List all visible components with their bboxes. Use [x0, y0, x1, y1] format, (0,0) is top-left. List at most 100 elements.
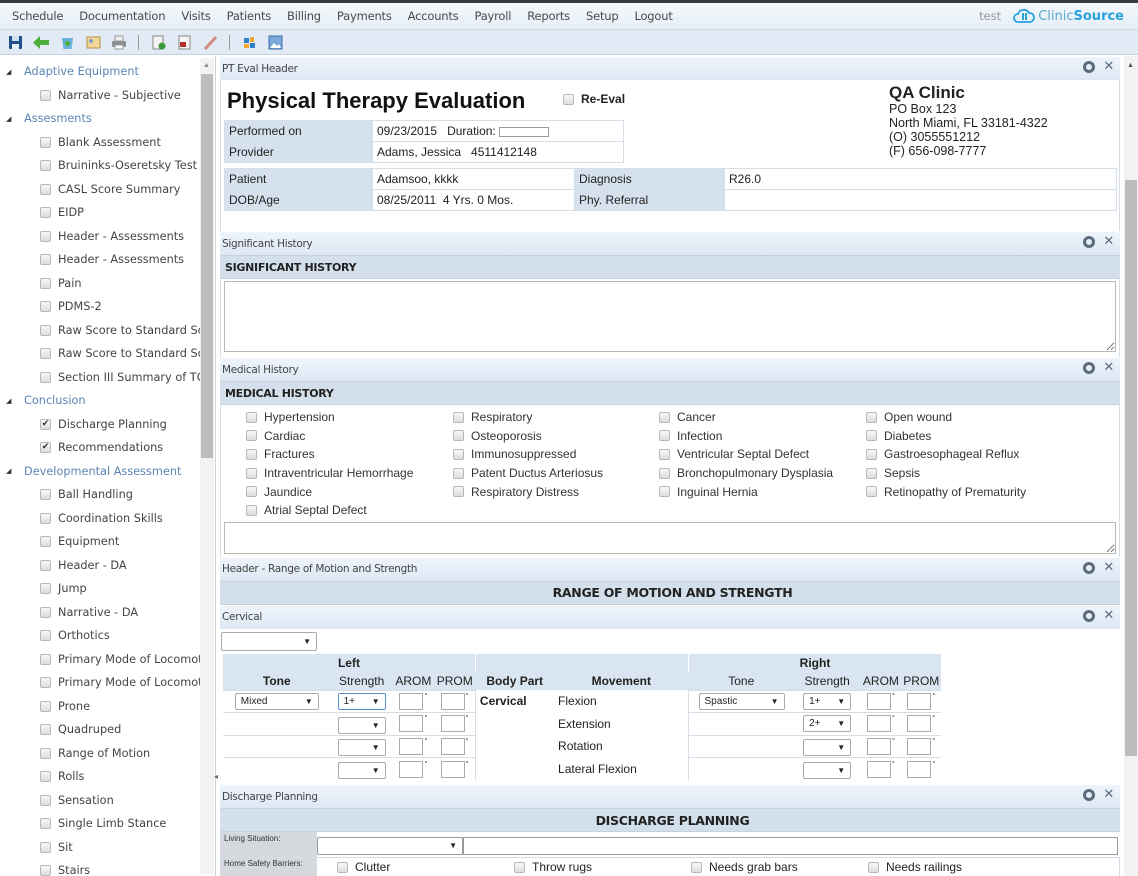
tree-item[interactable]: Primary Mode of Locomoti	[0, 648, 200, 672]
tree-item[interactable]: Raw Score to Standard Sco	[0, 342, 200, 366]
save-icon[interactable]	[6, 33, 24, 51]
medical-history-option[interactable]: Inguinal Hernia	[659, 482, 866, 501]
scroll-up-icon[interactable]: ▲	[1127, 62, 1134, 69]
tree-item[interactable]: Header - Assessments	[0, 225, 200, 249]
checkbox[interactable]	[866, 411, 877, 423]
checkbox[interactable]	[40, 865, 51, 876]
tree-item[interactable]: Sit	[0, 836, 200, 860]
tree-item[interactable]: EIDP	[0, 201, 200, 225]
tree-item[interactable]: Narrative - DA	[0, 601, 200, 625]
duration-input[interactable]	[498, 126, 549, 137]
checkbox[interactable]	[246, 504, 257, 516]
left-prom-input[interactable]	[440, 760, 465, 778]
tree-item[interactable]: CASL Score Summary	[0, 178, 200, 202]
tree-group[interactable]: ◢ Assesments	[0, 107, 200, 131]
main-scrollbar[interactable]: ▲	[1124, 56, 1138, 876]
menu-accounts[interactable]: Accounts	[400, 9, 467, 23]
gear-icon[interactable]	[1083, 362, 1096, 374]
checkbox[interactable]	[40, 207, 51, 219]
menu-visits[interactable]: Visits	[173, 9, 218, 23]
checkbox[interactable]	[866, 467, 877, 479]
close-icon[interactable]: ✕	[1103, 235, 1114, 248]
checkbox[interactable]	[866, 486, 877, 498]
checkbox[interactable]	[453, 486, 464, 498]
right-strength-select[interactable]: 2+ ▼	[803, 715, 852, 733]
tree-item[interactable]: Header - Assessments	[0, 248, 200, 272]
checkbox[interactable]	[246, 486, 257, 498]
note-icon[interactable]	[84, 33, 102, 51]
checkbox[interactable]	[659, 448, 670, 460]
checkbox[interactable]	[40, 606, 51, 618]
left-strength-select[interactable]: ▼	[337, 739, 386, 757]
tree-item[interactable]: Ball Handling	[0, 483, 200, 507]
tree-item[interactable]: Single Limb Stance	[0, 812, 200, 836]
checkbox[interactable]	[40, 818, 51, 830]
left-prom-input[interactable]	[440, 692, 465, 710]
tree-item[interactable]: PDMS-2	[0, 295, 200, 319]
menu-billing[interactable]: Billing	[279, 9, 329, 23]
recycle-icon[interactable]	[58, 33, 76, 51]
tree-item[interactable]: Jump	[0, 577, 200, 601]
checkbox[interactable]	[40, 160, 51, 172]
checkbox[interactable]	[453, 467, 464, 479]
tree-item[interactable]: ✔ Recommendations	[0, 436, 200, 460]
gear-icon[interactable]	[1083, 236, 1096, 248]
checkbox[interactable]: ✔	[40, 418, 51, 430]
significant-history-textarea[interactable]	[224, 281, 1116, 352]
checkbox[interactable]	[246, 411, 257, 423]
checkbox[interactable]	[40, 630, 51, 642]
left-strength-select[interactable]: ▼	[337, 761, 386, 779]
medical-history-option[interactable]: Fractures	[246, 445, 453, 464]
medical-history-option[interactable]: Respiratory Distress	[453, 482, 659, 501]
medical-history-option[interactable]: Retinopathy of Prematurity	[866, 482, 1066, 501]
barrier-option[interactable]: Needs railings	[868, 860, 1045, 874]
tree-group[interactable]: ◢ Conclusion	[0, 389, 200, 413]
clinicsource-logo[interactable]: Clinic Source	[1013, 8, 1124, 24]
medical-history-option[interactable]: Jaundice	[246, 482, 453, 501]
checkbox[interactable]	[659, 430, 670, 442]
menu-reports[interactable]: Reports	[519, 9, 578, 23]
left-arom-input[interactable]	[399, 760, 424, 778]
gear-icon[interactable]	[1083, 789, 1096, 802]
pen-icon[interactable]	[201, 33, 219, 51]
checkbox[interactable]	[40, 89, 51, 101]
close-icon[interactable]: ✕	[1103, 788, 1114, 801]
checkbox[interactable]	[40, 183, 51, 195]
image-icon[interactable]	[266, 33, 284, 51]
checkbox[interactable]	[453, 448, 464, 460]
tree-item[interactable]: ✔ Discharge Planning	[0, 413, 200, 437]
gear-icon[interactable]	[1083, 61, 1096, 73]
menu-documentation[interactable]: Documentation	[71, 9, 173, 23]
checkbox[interactable]	[40, 489, 51, 501]
checkbox[interactable]	[453, 430, 464, 442]
tree-item[interactable]: Primary Mode of Locomoti	[0, 671, 200, 695]
right-strength-select[interactable]: ▼	[803, 761, 852, 779]
right-arom-input[interactable]	[867, 760, 892, 778]
menu-patients[interactable]: Patients	[219, 9, 279, 23]
living-situation-input[interactable]	[463, 836, 1118, 855]
checkbox[interactable]	[514, 861, 525, 873]
living-situation-select[interactable]: ▼	[317, 836, 463, 855]
medical-history-option[interactable]: Cardiac	[246, 427, 453, 446]
medical-history-option[interactable]: Immunosuppressed	[453, 445, 659, 464]
tree-item[interactable]: Stairs	[0, 859, 200, 876]
checkbox[interactable]	[866, 448, 877, 460]
left-strength-select[interactable]: 1+ ▼	[337, 692, 386, 710]
right-arom-input[interactable]	[867, 715, 892, 733]
checkbox[interactable]	[40, 794, 51, 806]
right-prom-input[interactable]	[907, 715, 932, 733]
expand-triangle-icon[interactable]: ◢	[6, 397, 24, 405]
checkbox[interactable]	[659, 411, 670, 423]
checkbox[interactable]	[246, 448, 257, 460]
checkbox-icon[interactable]	[563, 93, 574, 105]
medical-history-option[interactable]: Intraventricular Hemorrhage	[246, 464, 453, 483]
medical-history-option[interactable]: Atrial Septal Defect	[246, 501, 453, 520]
print-icon[interactable]	[110, 33, 128, 51]
checkbox[interactable]	[40, 348, 51, 360]
medical-history-option[interactable]: Cancer	[659, 408, 866, 427]
checkbox[interactable]	[691, 861, 702, 873]
tree-item[interactable]: Narrative - Subjective	[0, 84, 200, 108]
menu-payroll[interactable]: Payroll	[466, 9, 519, 23]
tree-item[interactable]: Quadruped	[0, 718, 200, 742]
checkbox[interactable]	[40, 841, 51, 853]
